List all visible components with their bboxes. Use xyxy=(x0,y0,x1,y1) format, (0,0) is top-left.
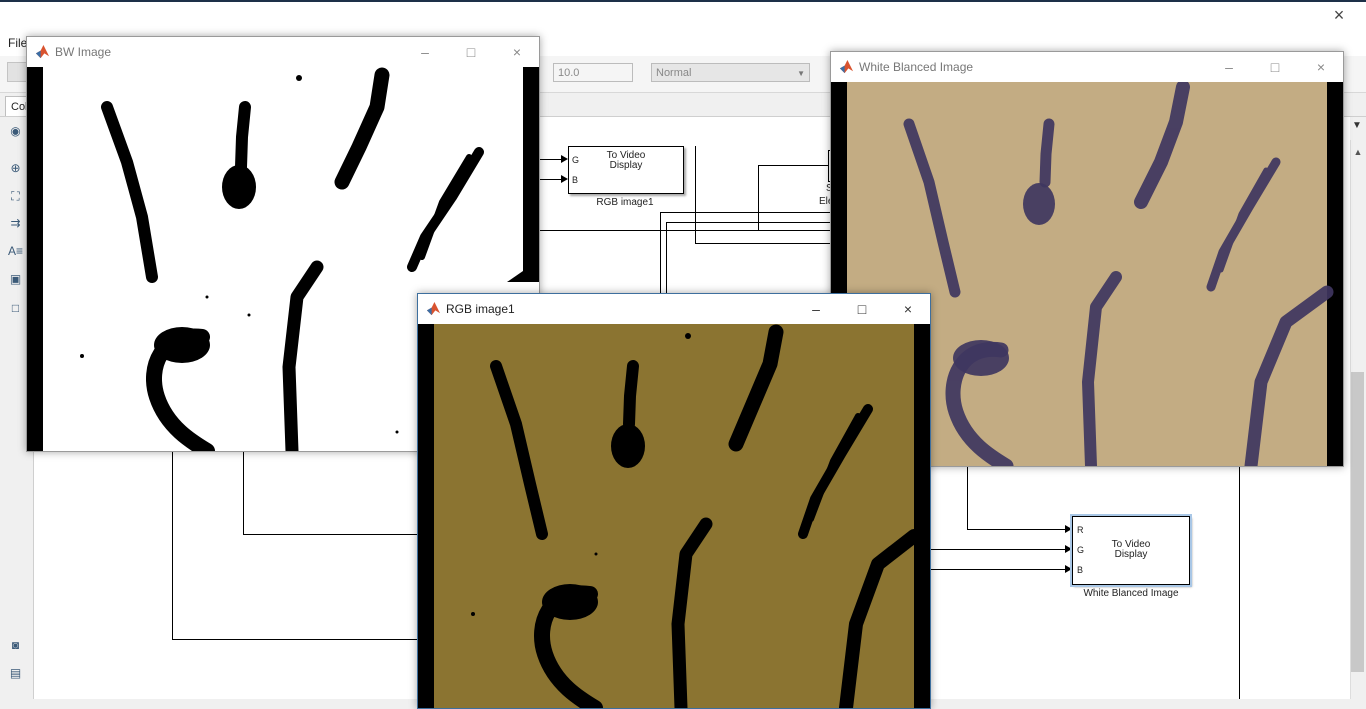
signal-line[interactable] xyxy=(666,222,835,223)
close-icon[interactable]: × xyxy=(898,299,918,319)
block-title-line2: Display xyxy=(1114,549,1148,560)
port-r-label: R xyxy=(1077,525,1084,535)
port-g-label: G xyxy=(1077,545,1085,555)
signal-line[interactable] xyxy=(967,465,968,530)
close-icon[interactable]: × xyxy=(1311,57,1331,77)
block-title-line2: Display xyxy=(609,160,643,171)
area-icon[interactable]: □ xyxy=(7,300,24,317)
signal-arrow xyxy=(561,155,568,163)
menu-file[interactable]: File xyxy=(8,36,27,50)
scrollbar-thumb[interactable] xyxy=(1351,372,1364,672)
camera-icon[interactable]: ◙ xyxy=(7,637,24,654)
maximize-icon[interactable]: □ xyxy=(461,42,481,62)
rgb-image-display xyxy=(418,324,930,708)
arrow-icon[interactable]: ⇉ xyxy=(7,215,24,232)
main-close-icon[interactable]: × xyxy=(1330,6,1348,24)
signal-arrow xyxy=(1065,545,1072,553)
scroll-up-icon[interactable]: ▲ xyxy=(1352,147,1364,159)
matlab-logo-icon xyxy=(839,59,854,74)
signal-line[interactable] xyxy=(660,212,661,294)
signal-line[interactable] xyxy=(695,146,696,244)
close-icon[interactable]: × xyxy=(507,42,527,62)
port-b-label: B xyxy=(1077,565,1084,575)
window-title: White Blanced Image xyxy=(859,60,974,74)
image-icon[interactable]: ▣ xyxy=(7,271,24,288)
matlab-logo-icon xyxy=(35,44,50,59)
signal-line[interactable] xyxy=(930,549,1065,550)
signal-line[interactable] xyxy=(540,230,840,231)
simulation-mode-select[interactable]: Normal ▼ xyxy=(651,63,810,82)
rgb-image-window[interactable]: RGB image1 – □ × xyxy=(417,293,931,709)
signal-line[interactable] xyxy=(758,165,828,166)
hide-browser-icon[interactable]: ◉ xyxy=(7,123,24,140)
rgb-block-name[interactable]: RGB image1 xyxy=(568,197,682,208)
window-title: BW Image xyxy=(55,45,112,59)
maximize-icon[interactable]: □ xyxy=(852,299,872,319)
annotation-icon[interactable]: A≡ xyxy=(7,243,24,260)
signal-line[interactable] xyxy=(930,569,1065,570)
window-title: RGB image1 xyxy=(446,302,515,316)
signal-arrow xyxy=(1065,565,1072,573)
signal-line[interactable] xyxy=(758,165,759,230)
wb-block-name[interactable]: White Blanced Image xyxy=(1072,588,1190,599)
signal-line[interactable] xyxy=(695,243,835,244)
maximize-icon[interactable]: □ xyxy=(1265,57,1285,77)
chevron-down-icon[interactable]: ▼ xyxy=(1350,120,1364,136)
zoom-icon[interactable]: ⊕ xyxy=(7,160,24,177)
rgb-image xyxy=(418,324,930,708)
rgb-video-display-block[interactable]: To Video Display G B xyxy=(568,146,684,194)
wb-video-display-block[interactable]: To Video Display R G B xyxy=(1070,514,1192,587)
signal-line[interactable] xyxy=(660,212,835,213)
chevron-down-icon: ▼ xyxy=(797,69,805,78)
main-titlebar xyxy=(0,2,1366,30)
signal-arrow xyxy=(1065,525,1072,533)
signal-line[interactable] xyxy=(172,639,418,640)
window-titlebar[interactable]: BW Image – □ × xyxy=(27,37,539,67)
signal-line[interactable] xyxy=(243,450,244,535)
matlab-logo-icon xyxy=(426,301,441,316)
minimize-icon[interactable]: – xyxy=(415,42,435,62)
signal-line[interactable] xyxy=(172,450,173,640)
minimize-icon[interactable]: – xyxy=(806,299,826,319)
port-b-label: B xyxy=(572,175,579,185)
signal-line[interactable] xyxy=(1239,465,1240,699)
model-browser-icon[interactable]: ▤ xyxy=(7,665,24,682)
signal-arrow xyxy=(561,175,568,183)
port-g-label: G xyxy=(572,155,580,165)
stop-time-input[interactable]: 10.0 xyxy=(553,63,633,82)
library-browser-icon[interactable] xyxy=(7,62,27,82)
signal-line[interactable] xyxy=(243,534,418,535)
simulation-mode-value: Normal xyxy=(656,67,692,79)
minimize-icon[interactable]: – xyxy=(1219,57,1239,77)
fit-view-icon[interactable]: ⛶ xyxy=(7,188,24,205)
signal-line[interactable] xyxy=(967,529,1065,530)
signal-line[interactable] xyxy=(666,222,667,294)
window-titlebar[interactable]: RGB image1 – □ × xyxy=(418,294,930,324)
window-titlebar[interactable]: White Blanced Image – □ × xyxy=(831,52,1343,82)
